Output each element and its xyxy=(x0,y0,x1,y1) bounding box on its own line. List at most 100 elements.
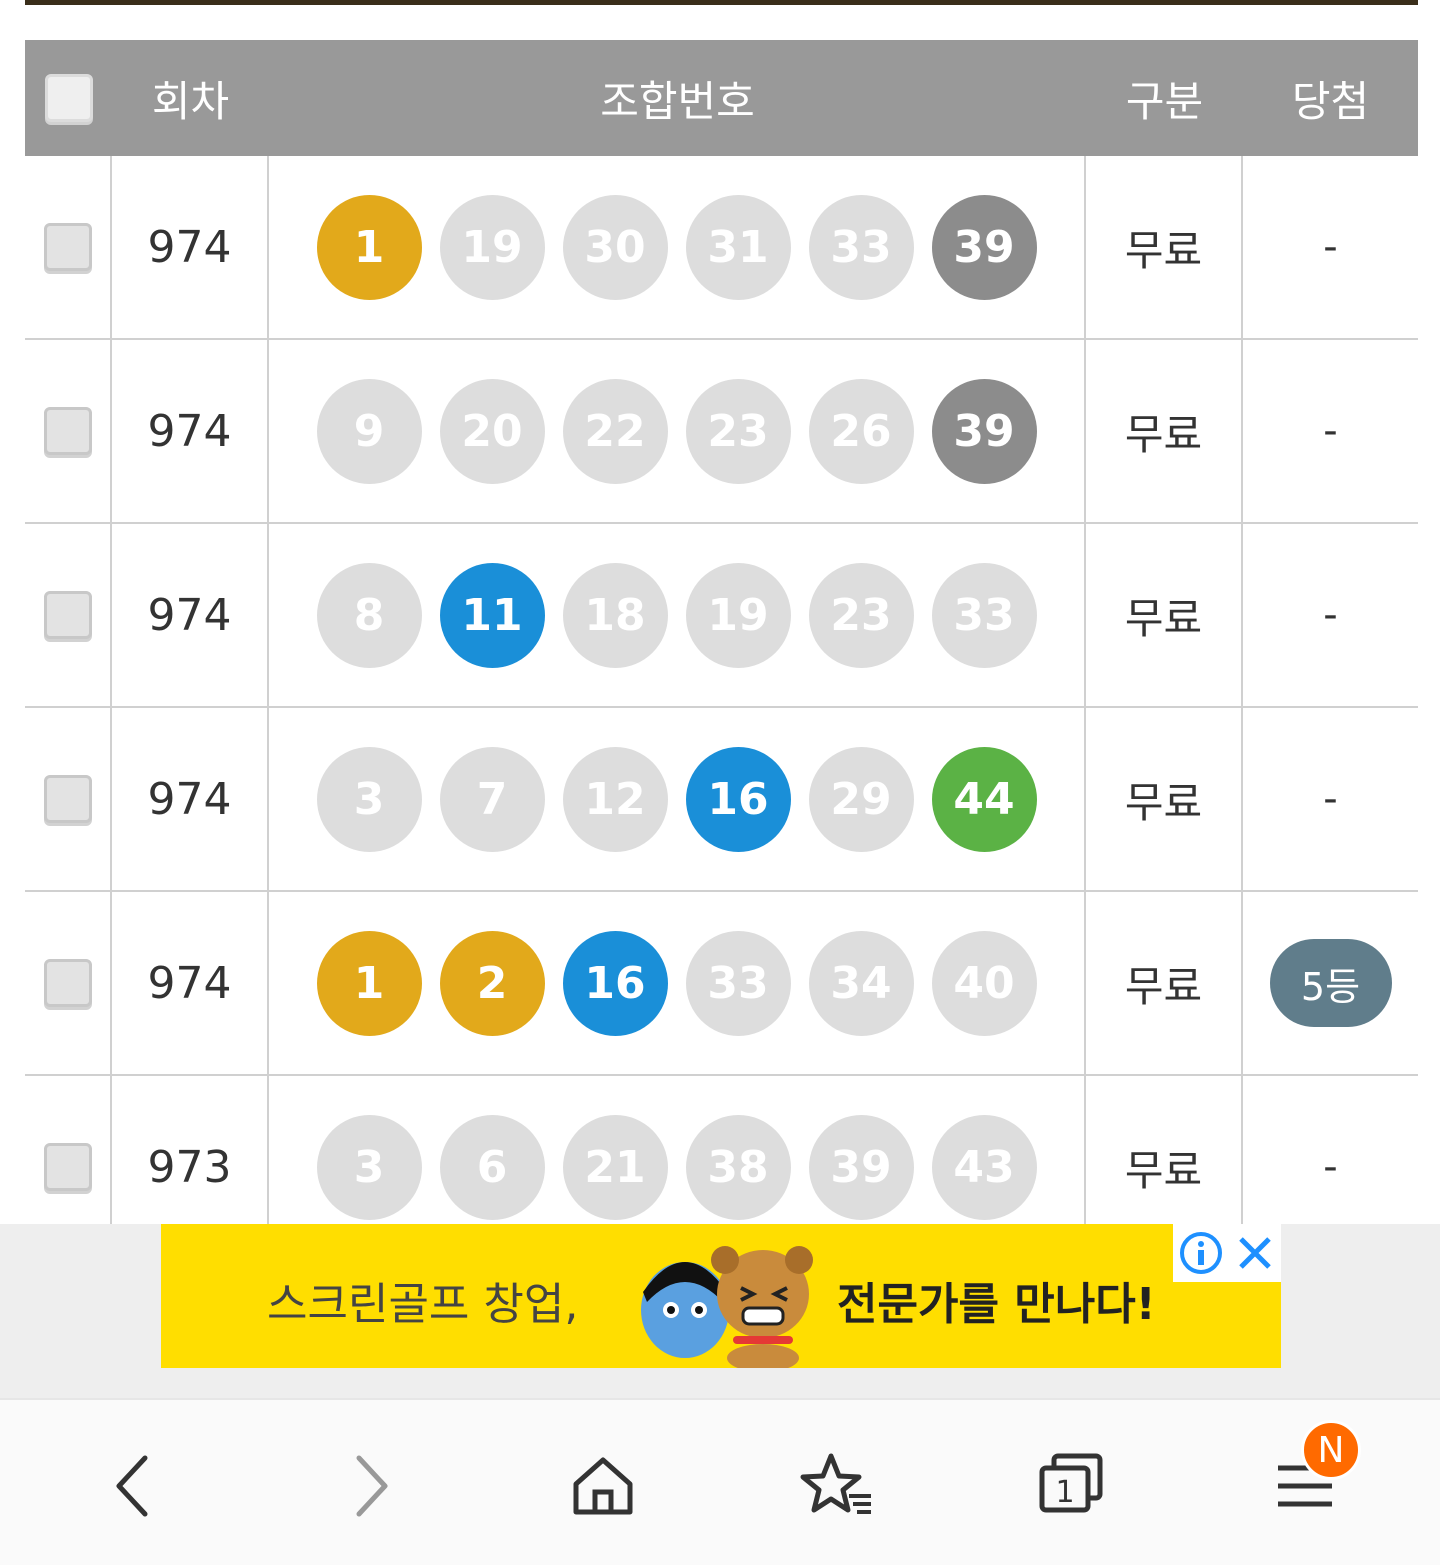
lotto-ball: 22 xyxy=(562,378,668,484)
menu-notification-badge: N xyxy=(1301,1420,1361,1480)
row-checkbox[interactable] xyxy=(43,959,92,1007)
row-checkbox[interactable] xyxy=(43,407,92,455)
round-cell: 974 xyxy=(112,524,269,706)
lotto-ball: 12 xyxy=(562,746,668,852)
lotto-ball: 39 xyxy=(931,194,1037,300)
lotto-ball: 33 xyxy=(685,930,791,1036)
browser-bottom-nav: 1 N xyxy=(0,1398,1440,1565)
round-cell: 974 xyxy=(112,892,269,1074)
lotto-ball: 16 xyxy=(562,930,668,1036)
lotto-ball: 1 xyxy=(316,930,422,1036)
lotto-ball: 11 xyxy=(439,562,545,668)
ad-text-right: 전문가를 만나다! xyxy=(837,1279,1156,1330)
row-checkbox[interactable] xyxy=(43,775,92,823)
win-cell: - xyxy=(1323,776,1338,822)
header-checkbox-cell xyxy=(25,40,112,156)
lotto-ball: 2 xyxy=(439,930,545,1036)
table-row: 974 8 11 18 19 23 33 무료 - xyxy=(25,524,1418,708)
row-checkbox-cell xyxy=(25,708,112,890)
combination-cell: 3 7 12 16 29 44 xyxy=(269,708,1086,890)
win-cell: - xyxy=(1323,1144,1338,1190)
row-checkbox-cell xyxy=(25,1076,112,1224)
lotto-ball: 6 xyxy=(439,1114,545,1220)
back-button[interactable] xyxy=(80,1430,190,1540)
row-checkbox[interactable] xyxy=(43,223,92,271)
info-icon[interactable] xyxy=(1179,1231,1223,1275)
lotto-ball: 44 xyxy=(931,746,1037,852)
lotto-ball: 23 xyxy=(808,562,914,668)
type-cell: 무료 xyxy=(1086,708,1243,890)
tabs-icon: 1 xyxy=(1039,1453,1103,1513)
lotto-ball: 33 xyxy=(808,194,914,300)
row-checkbox-cell xyxy=(25,340,112,522)
win-cell: - xyxy=(1323,592,1338,638)
lotto-ball: 31 xyxy=(685,194,791,300)
lotto-ball: 18 xyxy=(562,562,668,668)
combination-cell: 8 11 18 19 23 33 xyxy=(269,524,1086,706)
lotto-results-table: 회차 조합번호 구분 당첨 974 1 19 30 31 33 39 무료 -974 9 20 22 2… xyxy=(25,40,1418,1224)
table-row: 974 3 7 12 16 29 44 무료 - xyxy=(25,708,1418,892)
row-checkbox-cell xyxy=(25,156,112,338)
type-cell: 무료 xyxy=(1086,1076,1243,1224)
table-row: 974 1 2 16 33 34 40 무료 5등 xyxy=(25,892,1418,1076)
win-rank-badge: 5등 xyxy=(1269,939,1392,1027)
type-cell: 무료 xyxy=(1086,340,1243,522)
lotto-ball: 40 xyxy=(931,930,1037,1036)
row-checkbox[interactable] xyxy=(43,1143,92,1191)
row-checkbox-cell xyxy=(25,524,112,706)
ad-character-illustration xyxy=(641,1246,813,1368)
select-all-checkbox[interactable] xyxy=(44,74,93,122)
header-type: 구분 xyxy=(1125,76,1204,126)
round-cell: 974 xyxy=(112,708,269,890)
type-cell: 무료 xyxy=(1086,524,1243,706)
header-combination: 조합번호 xyxy=(600,76,755,126)
lotto-ball: 20 xyxy=(439,378,545,484)
ad-banner[interactable]: 스크린골프 창업, 전문가를 만나다! xyxy=(161,1224,1281,1368)
row-checkbox[interactable] xyxy=(43,591,92,639)
table-row: 974 9 20 22 23 26 39 무료 - xyxy=(25,340,1418,524)
round-cell: 974 xyxy=(112,340,269,522)
home-icon xyxy=(573,1457,633,1515)
forward-icon xyxy=(356,1455,388,1517)
combination-cell: 3 6 21 38 39 43 xyxy=(269,1076,1086,1224)
combination-cell: 1 19 30 31 33 39 xyxy=(269,156,1086,338)
table-row: 973 3 6 21 38 39 43 무료 - xyxy=(25,1076,1418,1224)
home-button[interactable] xyxy=(548,1430,658,1540)
lotto-ball: 7 xyxy=(439,746,545,852)
table-row: 974 1 19 30 31 33 39 무료 - xyxy=(25,156,1418,340)
tab-count: 1 xyxy=(1055,1475,1074,1510)
win-cell: - xyxy=(1323,224,1338,270)
close-icon[interactable] xyxy=(1235,1233,1275,1273)
lotto-ball: 21 xyxy=(562,1114,668,1220)
lotto-ball: 9 xyxy=(316,378,422,484)
win-cell: 5등 xyxy=(1243,892,1418,1074)
header-image-edge xyxy=(25,0,1418,5)
lotto-ball: 33 xyxy=(931,562,1037,668)
lotto-ball: 23 xyxy=(685,378,791,484)
tabs-button[interactable]: 1 xyxy=(1016,1430,1126,1540)
forward-button[interactable] xyxy=(314,1430,424,1540)
round-cell: 974 xyxy=(112,156,269,338)
header-round: 회차 xyxy=(151,76,230,126)
combination-cell: 9 20 22 23 26 39 xyxy=(269,340,1086,522)
lotto-ball: 8 xyxy=(316,562,422,668)
lotto-ball: 39 xyxy=(808,1114,914,1220)
header-win: 당첨 xyxy=(1291,76,1370,126)
lotto-ball: 26 xyxy=(808,378,914,484)
lotto-ball: 43 xyxy=(931,1114,1037,1220)
bookmark-star-icon xyxy=(800,1453,871,1514)
bookmarks-button[interactable] xyxy=(782,1430,892,1540)
win-cell: - xyxy=(1323,408,1338,454)
table-header: 회차 조합번호 구분 당첨 xyxy=(25,40,1418,156)
lotto-ball: 29 xyxy=(808,746,914,852)
lotto-ball: 30 xyxy=(562,194,668,300)
lotto-ball: 19 xyxy=(439,194,545,300)
row-checkbox-cell xyxy=(25,892,112,1074)
combination-cell: 1 2 16 33 34 40 xyxy=(269,892,1086,1074)
lotto-ball: 3 xyxy=(316,1114,422,1220)
lotto-ball: 38 xyxy=(685,1114,791,1220)
lotto-ball: 39 xyxy=(931,378,1037,484)
lotto-ball: 16 xyxy=(685,746,791,852)
lotto-ball: 34 xyxy=(808,930,914,1036)
ad-area: 스크린골프 창업, 전문가를 만나다! xyxy=(0,1224,1440,1398)
